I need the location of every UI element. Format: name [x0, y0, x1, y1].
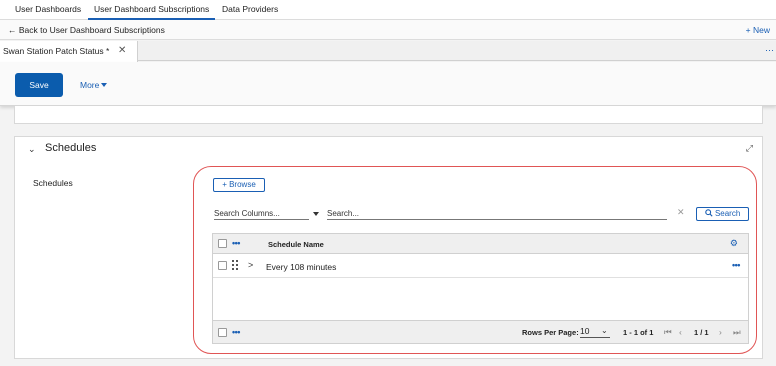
gear-icon[interactable]: ⚙ — [730, 238, 738, 249]
new-button[interactable]: + New — [746, 20, 770, 41]
search-button-label: Search — [714, 209, 741, 218]
search-button[interactable]: Search — [696, 207, 749, 221]
table-row[interactable]: > Every 108 minutes ••• — [213, 255, 748, 278]
first-page-icon[interactable]: ⏮ — [664, 327, 672, 338]
grid-footer: ••• Rows Per Page: 10 ⌄ 1 - 1 of 1 ⏮ ‹ 1… — [213, 320, 748, 343]
back-link[interactable]: ← Back to User Dashboard Subscriptions — [8, 20, 165, 40]
top-nav: User Dashboards User Dashboard Subscript… — [0, 0, 776, 20]
save-button[interactable]: Save — [15, 73, 63, 97]
clear-search-icon[interactable]: ✕ — [677, 207, 685, 218]
footer-select-checkbox[interactable] — [218, 328, 227, 337]
search-columns-select[interactable]: Search Columns... — [214, 208, 309, 220]
browse-button[interactable]: + Browse — [213, 178, 265, 192]
arrow-left-icon: ← — [8, 25, 17, 35]
chevron-right-icon[interactable]: > — [248, 260, 253, 270]
more-menu-button[interactable]: More — [80, 73, 108, 97]
back-bar: ← Back to User Dashboard Subscriptions +… — [0, 20, 776, 40]
header-more-icon[interactable]: ••• — [232, 238, 240, 248]
search-input[interactable]: Search... — [327, 208, 667, 220]
schedule-name-cell: Every 108 minutes — [266, 262, 337, 272]
column-header-schedule-name[interactable]: Schedule Name — [268, 240, 324, 249]
row-checkbox[interactable] — [218, 261, 227, 270]
nav-data-providers[interactable]: Data Providers — [216, 0, 284, 20]
back-link-label: Back to User Dashboard Subscriptions — [18, 25, 165, 35]
prev-page-icon[interactable]: ‹ — [679, 327, 682, 337]
chevron-down-icon[interactable]: ⌄ — [601, 326, 608, 335]
last-page-icon[interactable]: ⏭ — [733, 327, 741, 338]
nav-user-dashboards[interactable]: User Dashboards — [9, 0, 87, 20]
search-icon — [704, 209, 713, 217]
previous-section — [14, 106, 763, 124]
close-icon[interactable]: ✕ — [118, 41, 126, 61]
tab-label: Swan Station Patch Status * — [3, 46, 110, 56]
form-toolbar: Save More — [0, 62, 776, 106]
footer-more-icon[interactable]: ••• — [232, 327, 240, 337]
expand-icon[interactable]: ⤢ — [746, 143, 753, 154]
pagination-range: 1 - 1 of 1 — [623, 328, 654, 337]
row-more-icon[interactable]: ••• — [732, 260, 740, 270]
schedules-grid: ••• Schedule Name ⚙ > Every 108 minutes … — [212, 233, 749, 344]
section-title: Schedules — [45, 142, 97, 154]
drag-handle-icon[interactable] — [232, 260, 240, 270]
caret-down-icon — [101, 83, 108, 87]
caret-down-icon[interactable] — [313, 212, 319, 216]
schedules-field-label: Schedules — [33, 178, 73, 188]
page-indicator: 1 / 1 — [694, 328, 709, 337]
tab-overflow-icon[interactable]: ⋯ — [765, 41, 774, 59]
next-page-icon[interactable]: › — [719, 327, 722, 337]
grid-header: ••• Schedule Name ⚙ — [213, 234, 748, 254]
more-label: More — [80, 80, 100, 90]
nav-user-dashboard-subscriptions[interactable]: User Dashboard Subscriptions — [88, 0, 216, 20]
chevron-down-icon[interactable]: ⌄ — [28, 144, 36, 155]
select-all-checkbox[interactable] — [218, 239, 227, 248]
tab-bar: Swan Station Patch Status * ✕ ⋯ — [0, 41, 776, 62]
rows-per-page-label: Rows Per Page: — [522, 328, 579, 337]
tab-swan-station-patch-status[interactable]: Swan Station Patch Status * ✕ — [0, 41, 138, 62]
